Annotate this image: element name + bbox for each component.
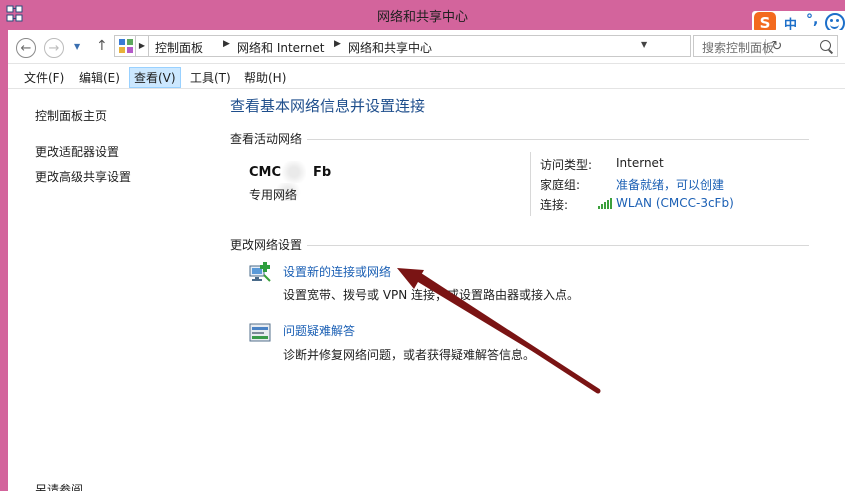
menu-bar: 文件(F) 编辑(E) 查看(V) 工具(T) 帮助(H) xyxy=(8,63,845,89)
sidebar-item-control-panel-home[interactable]: 控制面板主页 xyxy=(35,107,107,124)
title-bar: 网络和共享中心 xyxy=(0,0,845,30)
sidebar-item-change-adapter-settings[interactable]: 更改适配器设置 xyxy=(35,143,119,160)
recent-locations-dropdown-icon[interactable]: ▼ xyxy=(74,42,80,51)
navigation-bar: ← → ▼ ↑ ▶ 控制面板 ▶ 网络和 Internet ▶ 网络和共享中心 … xyxy=(8,30,845,62)
access-type-label: 访问类型: xyxy=(540,158,593,172)
sidebar-item-change-advanced-sharing[interactable]: 更改高级共享设置 xyxy=(35,168,131,185)
setup-new-connection-link[interactable]: 设置新的连接或网络 xyxy=(283,263,391,280)
search-icon[interactable] xyxy=(820,40,831,51)
forward-button[interactable]: → xyxy=(44,38,64,58)
troubleshoot-icon xyxy=(249,323,271,342)
window-title: 网络和共享中心 xyxy=(376,10,468,25)
divider xyxy=(530,152,531,216)
network-name-end: Fb xyxy=(313,165,332,180)
window-frame xyxy=(0,30,8,491)
up-button[interactable]: ↑ xyxy=(96,38,108,54)
access-type-value: Internet xyxy=(616,156,664,170)
homegroup-link[interactable]: 准备就绪，可以创建 xyxy=(616,176,724,193)
breadcrumb-network-sharing-center[interactable]: 网络和共享中心 xyxy=(348,39,432,56)
troubleshoot-problems-description: 诊断并修复网络问题，或者获得疑难解答信息。 xyxy=(283,348,536,362)
wifi-signal-icon xyxy=(598,198,612,209)
menu-help[interactable]: 帮助(H) xyxy=(240,68,290,87)
back-button[interactable]: ← xyxy=(16,38,36,58)
search-input[interactable]: 搜索控制面板 xyxy=(693,35,838,57)
breadcrumb-separator-icon[interactable]: ▶ xyxy=(135,36,149,56)
breadcrumb-separator-icon[interactable]: ▶ xyxy=(223,39,230,49)
setup-new-connection-description: 设置宽带、拨号或 VPN 连接；或设置路由器或接入点。 xyxy=(283,288,580,302)
breadcrumb-separator-icon[interactable]: ▶ xyxy=(334,39,341,49)
breadcrumb-control-panel[interactable]: 控制面板 xyxy=(155,39,203,56)
menu-edit[interactable]: 编辑(E) xyxy=(75,68,124,87)
active-networks-heading: 查看活动网络 xyxy=(230,132,303,146)
control-panel-icon xyxy=(119,39,133,53)
breadcrumb-network-internet[interactable]: 网络和 Internet xyxy=(237,39,324,56)
change-settings-heading: 更改网络设置 xyxy=(230,238,303,252)
divider xyxy=(307,245,809,246)
new-connection-icon xyxy=(249,262,271,282)
homegroup-label: 家庭组: xyxy=(540,178,581,192)
menu-tools[interactable]: 工具(T) xyxy=(186,68,235,87)
network-name-start: CMC xyxy=(249,165,282,180)
connection-wlan-link[interactable]: WLAN (CMCC-3cFb) xyxy=(616,196,734,210)
network-type: 专用网络 xyxy=(249,188,298,202)
connection-label: 连接: xyxy=(540,198,569,212)
troubleshoot-problems-link[interactable]: 问题疑难解答 xyxy=(283,322,355,339)
page-title: 查看基本网络信息并设置连接 xyxy=(230,97,426,115)
redacted-region xyxy=(282,161,306,183)
divider xyxy=(307,139,809,140)
address-dropdown-icon[interactable]: ▼ xyxy=(641,40,647,49)
sidebar-see-also: 另请参阅 xyxy=(35,483,84,491)
search-placeholder: 搜索控制面板 xyxy=(702,41,775,55)
menu-file[interactable]: 文件(F) xyxy=(20,68,68,87)
menu-view[interactable]: 查看(V) xyxy=(129,67,181,88)
ime-punctuation-mode[interactable]: °, xyxy=(806,12,818,28)
address-bar[interactable]: ▶ 控制面板 ▶ 网络和 Internet ▶ 网络和共享中心 ▼ ↻ xyxy=(114,35,782,57)
